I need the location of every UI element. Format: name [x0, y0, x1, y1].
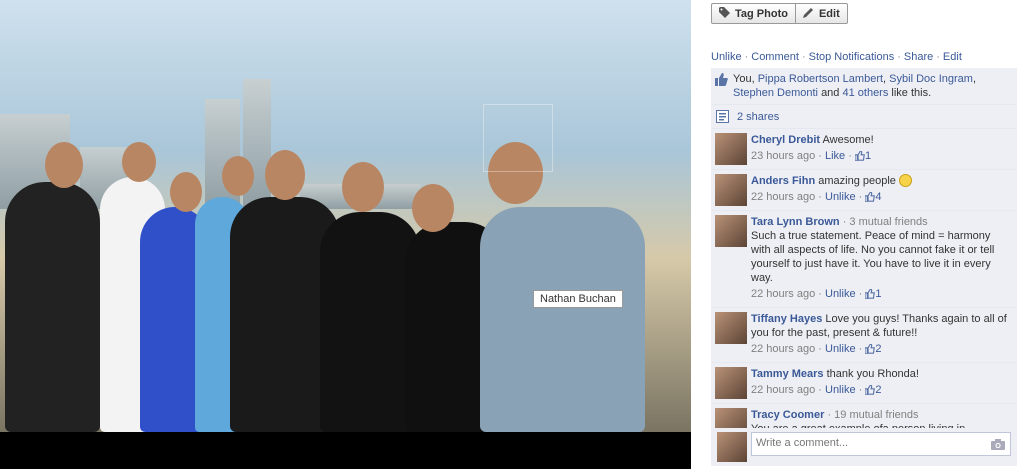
like-comment-link[interactable]: Like: [825, 150, 845, 162]
comment-link[interactable]: Comment: [751, 51, 799, 63]
comment-meta: 23 hours ago · Like · 1: [751, 149, 1011, 165]
comment-time[interactable]: 23 hours ago: [751, 150, 815, 162]
comment-text: Such a true statement. Peace of mind = h…: [751, 230, 995, 284]
feedback-section: You, Pippa Robertson Lambert, Sybil Doc …: [711, 68, 1017, 445]
comment-time[interactable]: 22 hours ago: [751, 384, 815, 396]
share-link[interactable]: Share: [904, 51, 933, 63]
comment-like-count[interactable]: 1: [865, 150, 871, 162]
comment-text: Awesome!: [822, 134, 874, 146]
comment-meta: 22 hours ago · Unlike · 4: [751, 190, 1011, 206]
write-comment-box: Write a comment...: [711, 428, 1017, 466]
comment-meta: 22 hours ago · Unlike · 1: [751, 287, 1011, 303]
commenter-name[interactable]: Tiffany Hayes: [751, 313, 822, 325]
comment-like-count[interactable]: 1: [875, 288, 881, 300]
comment-text: amazing people: [818, 175, 896, 187]
shares-link[interactable]: 2 shares: [737, 111, 779, 123]
avatar[interactable]: [715, 215, 747, 247]
side-panel: Tag Photo Edit Unlike · Comment · Stop Notif…: [691, 0, 1024, 469]
comment-item: Tammy Mears thank you Rhonda! 22 hours a…: [711, 363, 1017, 404]
unlike-comment-link[interactable]: Unlike: [825, 288, 856, 300]
share-icon: [716, 110, 729, 128]
people-group: [0, 142, 691, 432]
comment-item: Tara Lynn Brown · 3 mutual friends Such …: [711, 211, 1017, 308]
liker-link[interactable]: Pippa Robertson Lambert: [758, 73, 883, 85]
stop-notifications-link[interactable]: Stop Notifications: [809, 51, 895, 63]
liker-link[interactable]: Stephen Demonti: [733, 87, 818, 99]
shares-row: 2 shares: [711, 105, 1017, 129]
edit-button[interactable]: Edit: [795, 3, 848, 24]
edit-label: Edit: [818, 7, 840, 20]
thumbs-up-icon: [864, 191, 876, 206]
edit-link[interactable]: Edit: [943, 51, 962, 63]
thumbs-up-icon: [854, 150, 865, 165]
thumbs-up-icon: [864, 288, 876, 303]
comment-time[interactable]: 22 hours ago: [751, 343, 815, 355]
likes-and: and: [821, 87, 840, 99]
likes-suffix: like this.: [891, 87, 932, 99]
thumbs-up-icon: [864, 343, 876, 358]
comment-meta: 22 hours ago · Unlike · 2: [751, 383, 1011, 399]
photo-action-bar: Tag Photo Edit: [711, 3, 848, 24]
comment-like-count[interactable]: 4: [875, 191, 881, 203]
photo-tag-label[interactable]: Nathan Buchan: [533, 290, 623, 308]
comment-like-count[interactable]: 2: [875, 384, 881, 396]
comment-text: thank you Rhonda!: [826, 368, 919, 380]
avatar[interactable]: [715, 174, 747, 206]
pencil-icon: [802, 7, 814, 21]
likes-you: You,: [733, 73, 755, 85]
likes-others-link[interactable]: 41 others: [842, 87, 888, 99]
avatar[interactable]: [715, 133, 747, 165]
mutual-friends[interactable]: · 3 mutual friends: [843, 216, 928, 228]
smiley-icon: [898, 174, 912, 187]
comment-time[interactable]: 22 hours ago: [751, 288, 815, 300]
avatar: [717, 432, 747, 462]
comment-meta: 22 hours ago · Unlike · 2: [751, 342, 1011, 358]
avatar[interactable]: [715, 312, 747, 344]
mutual-friends[interactable]: · 19 mutual friends: [827, 409, 918, 421]
commenter-name[interactable]: Tammy Mears: [751, 368, 824, 380]
unlike-comment-link[interactable]: Unlike: [825, 343, 856, 355]
unlike-comment-link[interactable]: Unlike: [825, 191, 856, 203]
thumbs-up-icon: [715, 73, 728, 90]
commenter-name[interactable]: Cheryl Drebit: [751, 134, 820, 146]
tag-photo-label: Tag Photo: [735, 7, 788, 20]
thumbs-up-icon: [864, 384, 876, 399]
face-tag-box[interactable]: [483, 104, 553, 172]
comment-time[interactable]: 22 hours ago: [751, 191, 815, 203]
unlike-comment-link[interactable]: Unlike: [825, 384, 856, 396]
comment-item: Tiffany Hayes Love you guys! Thanks agai…: [711, 308, 1017, 363]
post-action-links: Unlike · Comment · Stop Notifications · Share ·…: [711, 51, 962, 63]
camera-icon[interactable]: [991, 439, 1005, 453]
commenter-name[interactable]: Tara Lynn Brown: [751, 216, 840, 228]
photo[interactable]: Nathan Buchan: [0, 0, 691, 469]
commenter-name[interactable]: Anders Fihn: [751, 175, 815, 187]
comment-input[interactable]: Write a comment...: [751, 432, 1011, 456]
likes-summary: You, Pippa Robertson Lambert, Sybil Doc …: [711, 68, 1017, 105]
comment-item: Cheryl Drebit Awesome! 23 hours ago · Li…: [711, 129, 1017, 170]
commenter-name[interactable]: Tracy Coomer: [751, 409, 824, 421]
liker-link[interactable]: Sybil Doc Ingram: [889, 73, 973, 85]
unlike-link[interactable]: Unlike: [711, 51, 742, 63]
avatar[interactable]: [715, 367, 747, 399]
tag-photo-button[interactable]: Tag Photo: [711, 3, 796, 24]
photo-letterbox: [0, 432, 691, 469]
comment-item: Anders Fihn amazing people 22 hours ago …: [711, 170, 1017, 211]
comment-like-count[interactable]: 2: [875, 343, 881, 355]
tag-icon: [719, 6, 730, 21]
